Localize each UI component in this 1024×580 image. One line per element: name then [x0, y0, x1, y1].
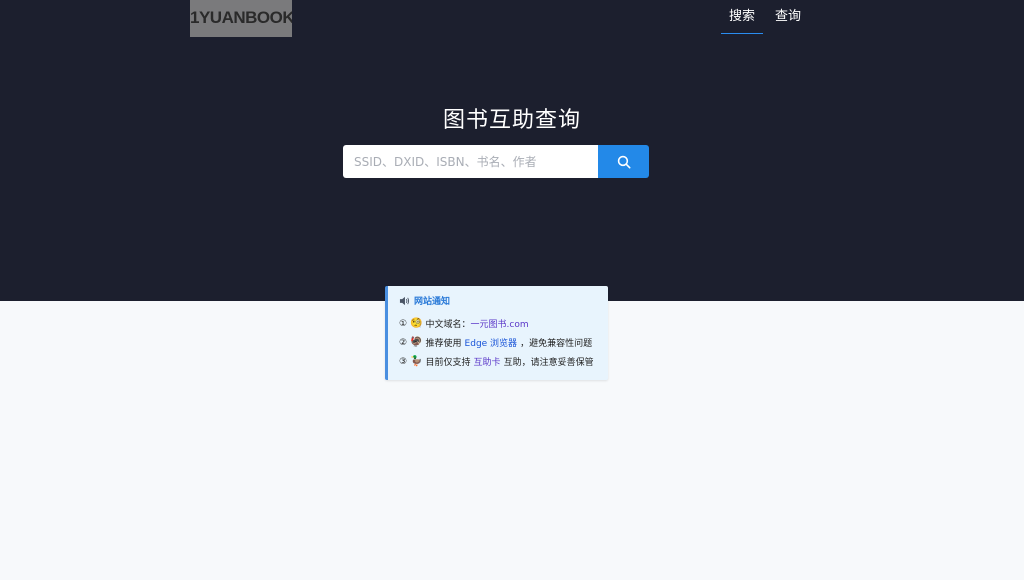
search-input[interactable]	[343, 145, 598, 178]
nav-item-search[interactable]: 搜索	[721, 0, 764, 34]
notice-item: ③ 🦆 目前仅支持 互助卡 互助，请注意妥善保管	[399, 355, 594, 368]
notice-item-text: ，避免兼容性问题	[520, 339, 593, 349]
duck-icon: 🦆	[410, 356, 423, 367]
notice-title-text: 网站通知	[414, 297, 451, 307]
page-title: 图书互助查询	[442, 108, 581, 133]
edge-browser-link[interactable]: Edge 浏览器	[465, 336, 518, 349]
site-notice-card: 网站通知 ① 🧐 中文域名： 一元图书.com ② 🦃 推荐使用 Edge 浏览…	[385, 286, 608, 380]
notice-item-text: 中文域名：	[425, 320, 471, 330]
notice-item-number: ③	[399, 356, 408, 367]
monocle-face-icon: 🧐	[410, 318, 423, 329]
notice-item: ① 🧐 中文域名： 一元图书.com	[399, 317, 532, 330]
notice-item-number: ①	[399, 318, 408, 329]
notice-item-text: 推荐使用	[425, 339, 462, 349]
help-card-link[interactable]: 互助卡	[474, 355, 501, 368]
speaker-icon	[399, 296, 410, 305]
nav-item-query[interactable]: 查询	[767, 0, 809, 33]
search-bar	[343, 145, 649, 178]
notice-item-text: 互助，请注意妥善保管	[503, 358, 594, 368]
notice-item: ② 🦃 推荐使用 Edge 浏览器 ，避免兼容性问题	[399, 336, 592, 349]
notice-item-text: 目前仅支持	[425, 358, 471, 368]
search-button[interactable]	[598, 145, 649, 178]
notice-item-number: ②	[399, 337, 408, 348]
hero-section: 1YUANBOOK 搜索 查询 图书互助查询	[0, 0, 1024, 301]
top-nav: 搜索 查询	[721, 0, 813, 34]
site-logo[interactable]: 1YUANBOOK	[190, 0, 292, 37]
domain-link[interactable]: 一元图书.com	[471, 317, 529, 330]
search-icon	[617, 155, 630, 168]
notice-title: 网站通知	[399, 294, 450, 307]
turkey-icon: 🦃	[410, 337, 423, 348]
